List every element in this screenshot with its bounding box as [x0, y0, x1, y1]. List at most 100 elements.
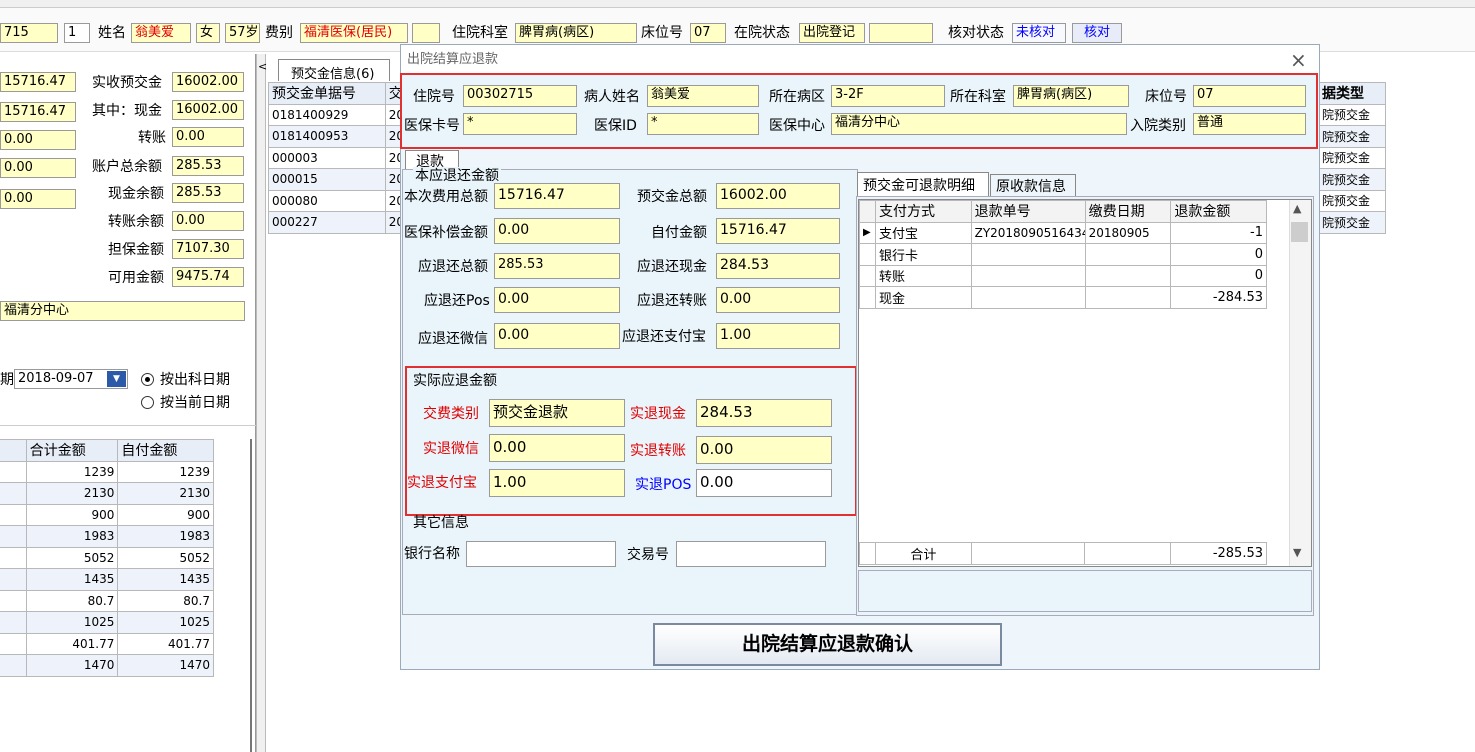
left-cash: 16002.00	[172, 100, 244, 120]
info-center: 福清分中心	[831, 113, 1127, 135]
act-cash-label: 实退现金	[630, 406, 686, 422]
topbar-inpatient-no[interactable]: 715	[0, 23, 58, 43]
table-row[interactable]: 1025 1025	[0, 611, 214, 634]
check-button[interactable]: 核对	[1072, 23, 1122, 43]
total-fee-label: 本次费用总额	[404, 189, 488, 205]
left-guarantee: 7107.30	[172, 239, 244, 259]
topbar-bed-label: 床位号	[641, 25, 683, 41]
info-name: 翁美爱	[647, 85, 759, 107]
topbar-number[interactable]: 1	[64, 23, 90, 43]
table-row[interactable]: 000015 20	[268, 168, 409, 191]
table-row[interactable]: 0181400929 20	[268, 103, 409, 126]
left-label-transfer: 转账	[138, 130, 166, 146]
table-row[interactable]: 000080 20	[268, 189, 409, 212]
left-value-5: 0.00	[0, 189, 76, 209]
left-label-transfer-balance: 转账余额	[108, 214, 164, 230]
radio-unchecked-icon	[141, 395, 154, 409]
left-date-value: 2018-09-07	[18, 371, 94, 386]
close-icon[interactable]: ×	[1290, 48, 1307, 72]
info-admit: 普通	[1193, 113, 1306, 135]
info-bed-label: 床位号	[1145, 89, 1187, 105]
section-should-refund: 本应退还金额	[413, 167, 501, 185]
left-transfer: 0.00	[172, 127, 244, 147]
refund-detail-table: 支付方式 退款单号 缴费日期 退款金额 ▶ 支付宝 ZY201809051643…	[859, 200, 1267, 309]
table-row[interactable]: 1239 1239	[0, 460, 214, 483]
table-row[interactable]: 院预交金	[1318, 103, 1386, 126]
left-collapse-icon[interactable]: <	[258, 60, 267, 73]
left-label-prepaid: 实收预交金	[92, 75, 162, 91]
scroll-up-icon[interactable]: ▲	[1293, 202, 1301, 215]
refund-pos: 0.00	[494, 287, 620, 313]
topbar-name: 翁美爱	[131, 23, 191, 43]
table-row[interactable]: 401.77 401.77	[0, 632, 214, 655]
tab-orig[interactable]: 原收款信息	[990, 174, 1076, 196]
left-label-balance: 账户总余额	[92, 159, 162, 175]
table-row[interactable]: 银行卡 0	[859, 243, 1267, 266]
left-value-3: 0.00	[0, 130, 76, 150]
table-row[interactable]: 院预交金	[1318, 146, 1386, 169]
table-row[interactable]: 现金 -284.53	[859, 286, 1267, 309]
refund-total-label: 应退还总额	[418, 259, 488, 275]
tab-detail[interactable]: 预交金可退款明细	[857, 172, 989, 196]
act-transfer[interactable]: 0.00	[696, 436, 832, 464]
confirm-refund-label: 出院结算应退款确认	[741, 633, 913, 655]
left-prepaid: 16002.00	[172, 72, 244, 92]
confirm-refund-button[interactable]: 出院结算应退款确认	[653, 623, 1002, 666]
radio-by-discharge[interactable]: 按出科日期	[141, 369, 230, 389]
refund-total: 285.53	[494, 253, 620, 279]
table-row[interactable]: ▶ 支付宝 ZY2018090516434 20180905 -1	[859, 221, 1267, 244]
date-dropdown-icon[interactable]: ▼	[107, 371, 126, 387]
act-wechat-label: 实退微信	[423, 441, 479, 457]
left-label-cash-balance: 现金余额	[108, 186, 164, 202]
pay-type[interactable]: 预交金退款	[489, 399, 625, 427]
table-row[interactable]: 院预交金	[1318, 168, 1386, 191]
left-splitter[interactable]	[256, 54, 266, 752]
deposit-tab[interactable]: 预交金信息(6)	[278, 59, 390, 82]
info-insid-label: 医保ID	[594, 118, 637, 134]
scroll-thumb[interactable]	[1291, 222, 1308, 242]
row-pointer-icon: ▶	[859, 221, 876, 244]
table-row[interactable]: 000227 20	[268, 211, 409, 234]
dialog-titlebar[interactable]	[401, 45, 1319, 73]
total-fee: 15716.47	[494, 183, 620, 209]
topbar-gender: 女	[196, 23, 220, 43]
info-inpatient-label: 住院号	[413, 89, 455, 105]
table-row[interactable]: 5052 5052	[0, 546, 214, 569]
scroll-down-icon[interactable]: ▼	[1293, 546, 1301, 559]
table-row[interactable]: 院预交金	[1318, 211, 1386, 234]
table-row[interactable]: 转账 0	[859, 264, 1267, 287]
left-value-2: 15716.47	[0, 102, 76, 122]
info-insid: *	[647, 113, 759, 135]
radio-by-current[interactable]: 按当前日期	[141, 392, 230, 412]
table-row[interactable]: 900 900	[0, 503, 214, 526]
topbar-status: 出院登记	[799, 23, 865, 43]
table-row[interactable]: 1983 1983	[0, 525, 214, 548]
info-ward-label: 所在病区	[769, 89, 825, 105]
selfpay-label: 自付金额	[651, 225, 707, 241]
topbar-bed: 07	[690, 23, 726, 43]
info-bed: 07	[1193, 85, 1306, 107]
trade-input[interactable]	[676, 541, 826, 567]
act-wechat[interactable]: 0.00	[489, 434, 625, 462]
table-row[interactable]: 1435 1435	[0, 568, 214, 591]
topbar-status-extra	[869, 23, 933, 43]
left-cash-balance: 285.53	[172, 183, 244, 203]
sum-value: -285.53	[1170, 542, 1267, 565]
bank-input[interactable]	[466, 541, 616, 567]
detail-scrollbar[interactable]	[1289, 200, 1311, 566]
act-pos[interactable]: 0.00	[696, 469, 832, 497]
detail-sum-row: 合计 -285.53	[859, 542, 1267, 565]
deposit-total: 16002.00	[716, 183, 840, 209]
table-row[interactable]: 80.7 80.7	[0, 589, 214, 612]
left-value-4: 0.00	[0, 158, 76, 178]
topbar-status-label: 在院状态	[734, 25, 790, 41]
act-cash[interactable]: 284.53	[696, 399, 832, 427]
table-row[interactable]: 000003 20	[268, 146, 409, 169]
table-row[interactable]: 院预交金	[1318, 125, 1386, 148]
info-center-label: 医保中心	[769, 118, 825, 134]
table-row[interactable]: 0181400953 20	[268, 125, 409, 148]
act-alipay[interactable]: 1.00	[489, 469, 625, 497]
table-row[interactable]: 院预交金	[1318, 189, 1386, 212]
table-row[interactable]: 2130 2130	[0, 482, 214, 505]
table-row[interactable]: 1470 1470	[0, 654, 214, 677]
